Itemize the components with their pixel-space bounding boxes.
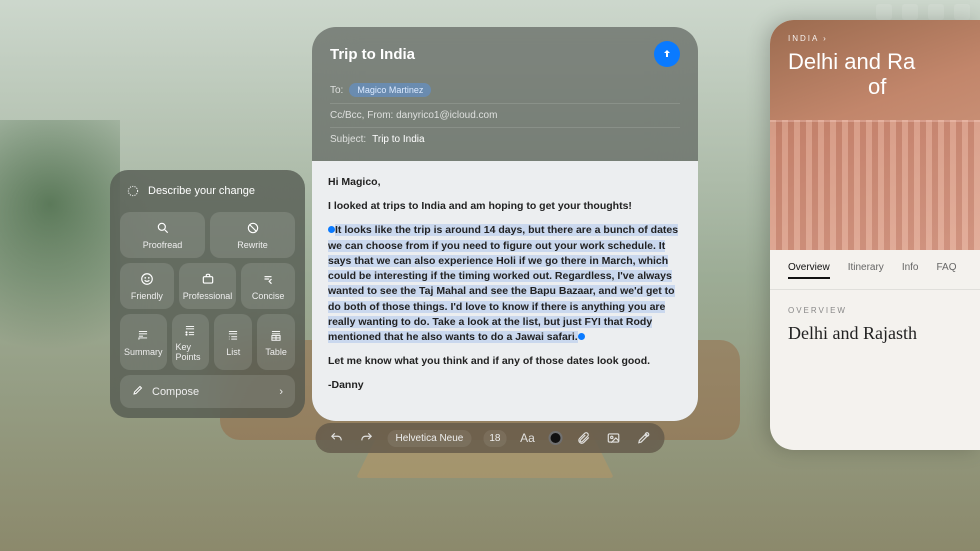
summary-button[interactable]: Summary (120, 314, 167, 370)
mail-body[interactable]: Hi Magico, I looked at trips to India an… (312, 161, 698, 421)
hero-image: INDIA › Delhi and Ra of (770, 20, 980, 250)
to-field[interactable]: To: Magico Martinez (330, 77, 680, 104)
arrow-up-icon (661, 48, 673, 60)
breadcrumb: INDIA › (788, 34, 980, 43)
tab-faq[interactable]: FAQ (937, 262, 957, 279)
section-headline: Delhi and Rajasth (788, 323, 962, 344)
content-tabs: Overview Itinerary Info FAQ (770, 250, 980, 290)
summary-icon (135, 327, 151, 343)
tab-info[interactable]: Info (902, 262, 919, 279)
photo-button[interactable] (604, 429, 622, 447)
keypoints-icon (182, 322, 198, 338)
keypoints-button[interactable]: Key Points (172, 314, 210, 370)
compose-button[interactable]: Compose › (120, 375, 295, 408)
font-size-picker[interactable]: 18 (483, 430, 506, 447)
writing-tools-header-text: Describe your change (148, 185, 255, 197)
hero-title: Delhi and Ra of (788, 49, 980, 100)
mail-compose-panel: Trip to India To: Magico Martinez Cc/Bcc… (312, 27, 698, 421)
send-button[interactable] (654, 41, 680, 67)
redo-button[interactable] (358, 429, 376, 447)
professional-button[interactable]: Professional (179, 263, 237, 309)
mail-title: Trip to India (330, 46, 415, 63)
markup-button[interactable] (634, 429, 652, 447)
selection-start-handle[interactable] (328, 226, 335, 233)
window-controls (876, 4, 970, 20)
content-panel: INDIA › Delhi and Ra of Overview Itinera… (770, 20, 980, 450)
concise-icon (260, 271, 276, 287)
format-toolbar: Helvetica Neue 18 Aa (316, 423, 665, 453)
concise-button[interactable]: Concise (241, 263, 295, 309)
tab-itinerary[interactable]: Itinerary (848, 262, 884, 279)
table-icon (268, 327, 284, 343)
ccbcc-field[interactable]: Cc/Bcc, From: danyrico1@icloud.com (330, 104, 680, 128)
section-label: OVERVIEW (788, 306, 962, 315)
writing-tools-header[interactable]: Describe your change (120, 180, 295, 202)
sparkle-icon (126, 184, 140, 198)
list-icon (225, 327, 241, 343)
rewrite-button[interactable]: Rewrite (210, 212, 295, 258)
text-format-button[interactable]: Aa (518, 429, 536, 447)
magnify-icon (155, 220, 171, 236)
text-color-button[interactable] (548, 431, 562, 445)
friendly-button[interactable]: Friendly (120, 263, 174, 309)
recipient-chip[interactable]: Magico Martinez (349, 83, 431, 97)
smile-icon (139, 271, 155, 287)
briefcase-icon (200, 271, 216, 287)
attachment-button[interactable] (574, 429, 592, 447)
list-button[interactable]: List (214, 314, 252, 370)
proofread-button[interactable]: Proofread (120, 212, 205, 258)
chevron-right-icon: › (823, 34, 828, 43)
writing-tools-panel: Describe your change Proofread Rewrite F… (110, 170, 305, 418)
table-button[interactable]: Table (257, 314, 295, 370)
selection-end-handle[interactable] (578, 333, 585, 340)
rewrite-icon (245, 220, 261, 236)
chevron-right-icon: › (279, 386, 283, 398)
pencil-icon (132, 384, 144, 399)
subject-field[interactable]: Subject: Trip to India (330, 128, 680, 151)
font-picker[interactable]: Helvetica Neue (388, 430, 472, 447)
undo-button[interactable] (328, 429, 346, 447)
tab-overview[interactable]: Overview (788, 262, 830, 279)
